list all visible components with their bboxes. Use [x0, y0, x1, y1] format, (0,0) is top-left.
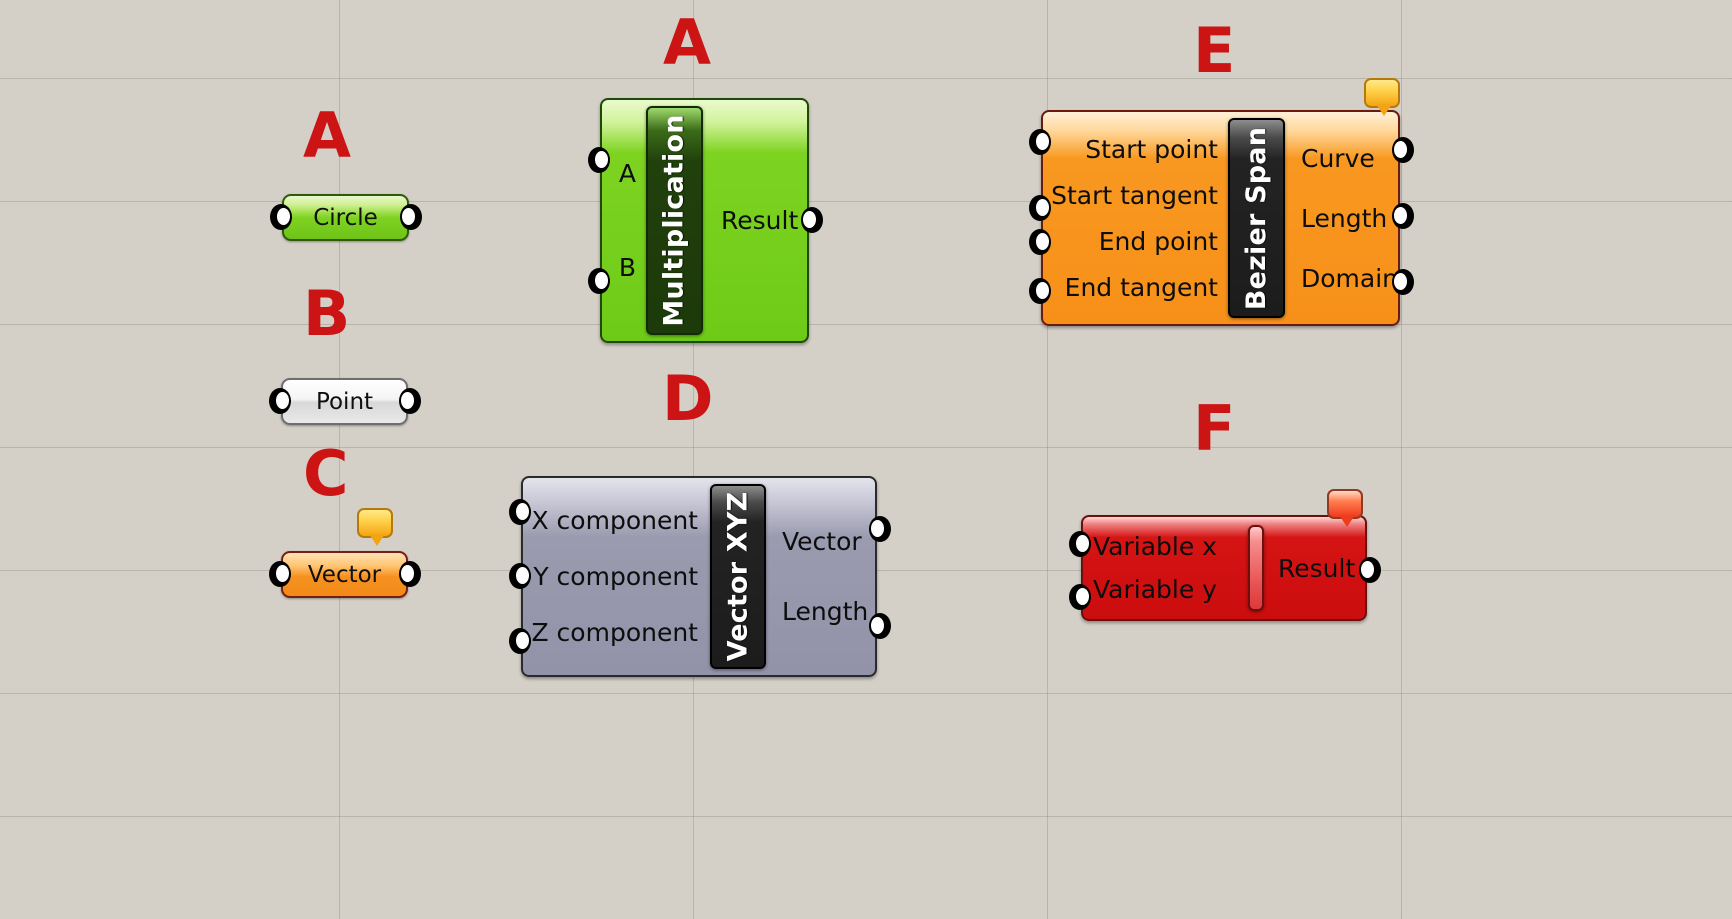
- multiplication-output-result-label: Result: [721, 206, 799, 235]
- circle-output-port[interactable]: [400, 204, 422, 230]
- vector-xyz-input-z-label: Z component: [531, 618, 698, 648]
- vector-xyz-outputs: Vector Length: [766, 478, 875, 675]
- bezier-span-output-domain-label: Domain: [1300, 263, 1398, 293]
- expression-output-result-port[interactable]: [1359, 557, 1381, 583]
- circle-parameter[interactable]: Circle: [282, 194, 409, 241]
- point-input-port[interactable]: [269, 388, 291, 414]
- multiplication-input-a-port[interactable]: [588, 147, 610, 173]
- vector-parameter[interactable]: Vector: [281, 551, 408, 598]
- vector-xyz-component[interactable]: X component Y component Z component Vect…: [521, 476, 877, 677]
- vector-warning-balloon-icon[interactable]: [357, 508, 393, 546]
- vector-xyz-input-x-label: X component: [531, 505, 698, 535]
- vector-xyz-input-x-port[interactable]: [509, 499, 531, 525]
- bezier-span-input-start-point-port[interactable]: [1029, 129, 1051, 155]
- bezier-span-output-curve-label: Curve: [1300, 143, 1375, 173]
- vector-xyz-input-y-label: Y component: [533, 561, 698, 591]
- vector-xyz-inputs: X component Y component Z component: [523, 478, 710, 675]
- vector-input-port[interactable]: [269, 561, 291, 587]
- expression-inputs: Variable x Variable y: [1083, 517, 1248, 619]
- bezier-span-inputs: Start point Start tangent End point End …: [1043, 112, 1228, 324]
- multiplication-output-result-port[interactable]: [801, 207, 823, 233]
- vector-output-port[interactable]: [399, 561, 421, 587]
- expression-output-result-label: Result: [1278, 553, 1356, 583]
- multiplication-input-b-port[interactable]: [588, 268, 610, 294]
- point-output-port[interactable]: [399, 388, 421, 414]
- bezier-span-input-end-point-port[interactable]: [1029, 229, 1051, 255]
- bezier-span-warning-balloon-icon[interactable]: [1364, 78, 1400, 116]
- annotation-letter-f-expression: F: [1193, 392, 1236, 465]
- bezier-span-title: Bezier Span: [1240, 126, 1272, 310]
- expression-input-variable-x-label: Variable x: [1093, 532, 1217, 561]
- vector-xyz-output-length-label: Length: [782, 597, 869, 627]
- bezier-span-output-domain-port[interactable]: [1392, 269, 1414, 295]
- multiplication-input-b-label: B: [618, 253, 636, 283]
- bezier-span-input-start-point-label: Start point: [1085, 134, 1218, 164]
- bezier-span-input-end-point-label: End point: [1098, 226, 1218, 256]
- bezier-span-input-start-tangent-port[interactable]: [1029, 195, 1051, 221]
- annotation-letter-a-circle: A: [303, 99, 351, 172]
- expression-input-variable-y-port[interactable]: [1069, 584, 1091, 610]
- multiplication-component[interactable]: A B Multiplication Result: [600, 98, 809, 343]
- circle-parameter-label: Circle: [313, 204, 378, 231]
- vector-xyz-output-vector-label: Vector: [782, 526, 862, 556]
- bezier-span-output-length-label: Length: [1300, 203, 1388, 233]
- multiplication-outputs: Result: [703, 100, 807, 341]
- expression-input-variable-y-label: Variable y: [1093, 575, 1217, 604]
- multiplication-input-a-label: A: [618, 158, 636, 188]
- bezier-span-outputs: Curve Length Domain: [1285, 112, 1398, 324]
- vector-xyz-input-y-port[interactable]: [509, 563, 531, 589]
- point-parameter[interactable]: Point: [281, 378, 408, 425]
- expression-input-variable-x-port[interactable]: [1069, 531, 1091, 557]
- vector-xyz-input-z-port[interactable]: [509, 628, 531, 654]
- bezier-span-component[interactable]: Start point Start tangent End point End …: [1041, 110, 1400, 326]
- circle-input-port[interactable]: [270, 204, 292, 230]
- multiplication-inputs: A B: [602, 100, 646, 341]
- vector-xyz-output-vector-port[interactable]: [869, 516, 891, 542]
- vector-xyz-title: Vector XYZ: [722, 491, 754, 662]
- annotation-letter-d-vector-xyz: D: [662, 362, 714, 435]
- annotation-letter-a-multiplication: A: [663, 6, 711, 79]
- bezier-span-input-start-tangent-label: Start tangent: [1051, 180, 1218, 210]
- expression-title-bar[interactable]: [1248, 525, 1264, 611]
- point-parameter-label: Point: [315, 388, 374, 415]
- grasshopper-canvas[interactable]: A A B C D E F Circle Point Vector A B Mu…: [0, 0, 1732, 919]
- vector-xyz-title-bar[interactable]: Vector XYZ: [710, 484, 766, 669]
- annotation-letter-c-vector: C: [303, 437, 349, 510]
- expression-outputs: Result: [1264, 517, 1365, 619]
- multiplication-title-bar[interactable]: Multiplication: [646, 106, 703, 335]
- annotation-letter-e-bezier-span: E: [1193, 14, 1236, 87]
- annotation-letter-b-point: B: [303, 277, 351, 350]
- bezier-span-input-end-tangent-port[interactable]: [1029, 278, 1051, 304]
- bezier-span-output-curve-port[interactable]: [1392, 137, 1414, 163]
- bezier-span-output-length-port[interactable]: [1392, 203, 1414, 229]
- vector-xyz-output-length-port[interactable]: [869, 613, 891, 639]
- expression-component[interactable]: Variable x Variable y Result: [1081, 515, 1367, 621]
- expression-error-balloon-icon[interactable]: [1327, 489, 1363, 527]
- multiplication-title: Multiplication: [659, 114, 690, 327]
- vector-parameter-label: Vector: [307, 561, 382, 588]
- bezier-span-input-end-tangent-label: End tangent: [1064, 272, 1218, 302]
- bezier-span-title-bar[interactable]: Bezier Span: [1227, 118, 1285, 318]
